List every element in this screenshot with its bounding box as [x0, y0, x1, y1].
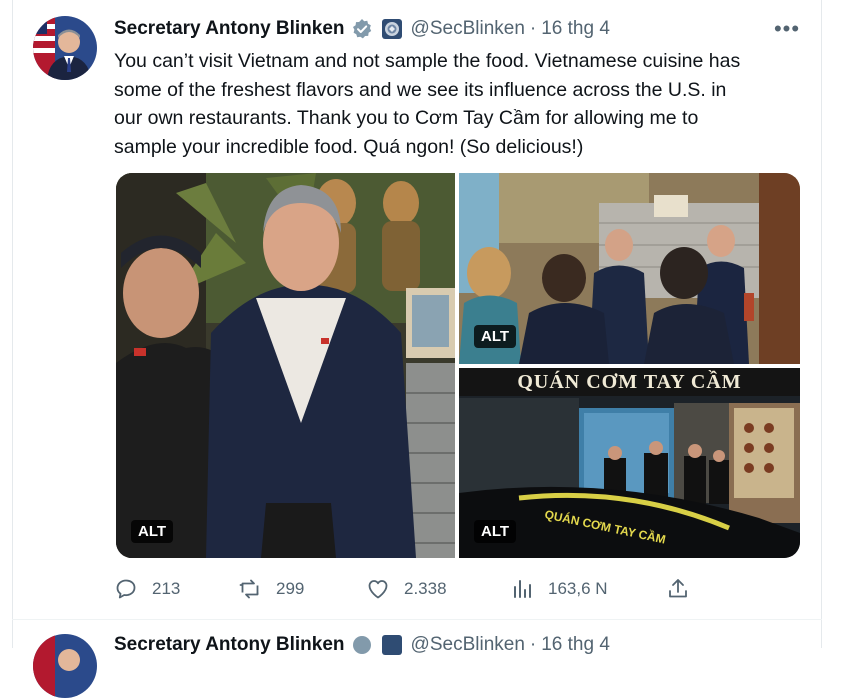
verified-badge-icon[interactable]: [351, 18, 373, 40]
media-grid: ALT ALT QUÁN CƠM TAY CẦM QUÁN CƠM TAY CẦ…: [116, 173, 800, 558]
author-handle[interactable]: @SecBlinken: [411, 18, 525, 40]
reply-count: 213: [152, 579, 181, 598]
alt-badge[interactable]: ALT: [474, 520, 517, 543]
alt-badge[interactable]: ALT: [474, 325, 517, 348]
header-separator: ·: [529, 18, 537, 39]
views-count: 163,6 N: [548, 579, 608, 598]
more-icon[interactable]: •••: [772, 18, 802, 40]
government-seal-icon[interactable]: [381, 18, 403, 40]
tweet-text: You can’t visit Vietnam and not sample t…: [114, 47, 804, 161]
views-button[interactable]: 163,6 N: [510, 573, 608, 605]
photo-chef-portrait[interactable]: ALT: [116, 173, 455, 558]
share-icon: [669, 579, 687, 598]
tweet-text-line: You can’t visit Vietnam and not sample t…: [114, 50, 741, 72]
next-tweet-date[interactable]: 16 thg 4: [541, 634, 610, 656]
tweet-text-line: some of the freshest flavors and we see …: [114, 78, 727, 101]
like-button[interactable]: 2.338: [366, 573, 447, 605]
next-author-avatar[interactable]: [33, 634, 97, 698]
tweet-text-line: our own restaurants. Thank you to Cơm Ta…: [114, 107, 699, 129]
next-author-name[interactable]: Secretary Antony Blinken: [114, 634, 345, 656]
tweet-text-line: sample your incredible food. Quá ngon! (…: [114, 135, 584, 158]
government-seal-icon[interactable]: [381, 634, 403, 656]
author-name[interactable]: Secretary Antony Blinken: [114, 18, 345, 40]
header-separator: ·: [529, 634, 537, 655]
reply-icon: [116, 579, 136, 599]
like-icon: [368, 580, 388, 599]
photo-restaurant-storefront[interactable]: QUÁN CƠM TAY CẦM QUÁN CƠM TAY CẦM ALT: [459, 368, 800, 558]
views-icon: [514, 580, 531, 598]
share-button[interactable]: [666, 573, 704, 605]
author-avatar[interactable]: [33, 16, 97, 80]
repost-count: 299: [276, 579, 305, 598]
photo-restaurant-dining[interactable]: ALT: [459, 173, 800, 364]
next-tweet-header: Secretary Antony Blinken @SecBlinken · 1…: [114, 634, 610, 656]
storefront-sign: QUÁN CƠM TAY CẦM: [517, 371, 742, 393]
tweet-header: Secretary Antony Blinken @SecBlinken · 1…: [114, 16, 610, 42]
alt-badge[interactable]: ALT: [131, 520, 174, 543]
tweet-divider: [12, 619, 822, 620]
verified-badge-icon[interactable]: [351, 634, 373, 656]
next-author-handle[interactable]: @SecBlinken: [411, 634, 525, 656]
tweet-date[interactable]: 16 thg 4: [541, 18, 610, 40]
like-count: 2.338: [404, 579, 447, 598]
tweet-actions: 213 299 2.338 163,6 N: [114, 573, 804, 605]
repost-button[interactable]: 299: [238, 573, 304, 605]
repost-icon: [239, 579, 259, 599]
reply-button[interactable]: 213: [114, 573, 180, 605]
